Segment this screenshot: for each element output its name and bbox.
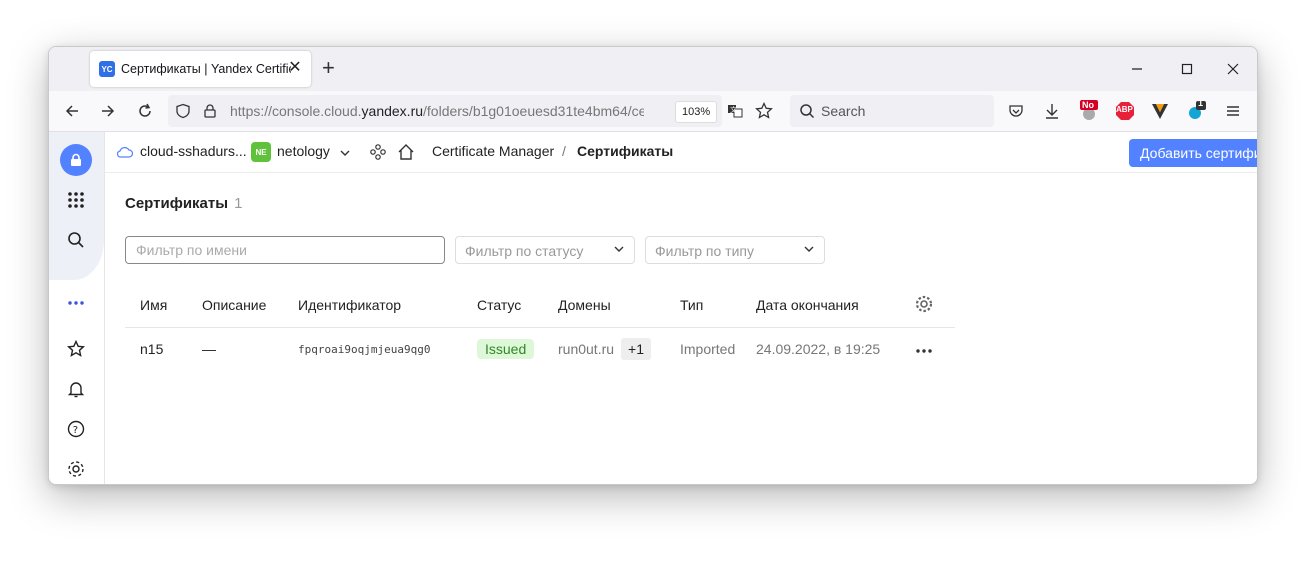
certificate-count: 1 xyxy=(234,195,243,212)
table-header-row: Имя Описание Идентификатор Статус Домены… xyxy=(125,283,955,328)
cloud-name[interactable]: cloud-sshadurs... xyxy=(140,143,247,159)
translate-icon[interactable]: 文 xyxy=(723,99,747,123)
browser-tab[interactable]: YC Сертификаты | Yandex Certificate Mana… xyxy=(90,51,311,87)
row-actions-dots-icon[interactable] xyxy=(915,348,933,354)
tab-title: Сертификаты | Yandex Certificate Manager xyxy=(121,62,291,76)
column-header-expiry[interactable]: Дата окончания xyxy=(756,283,915,328)
certificate-manager-lock-icon[interactable] xyxy=(60,144,92,176)
download-icon[interactable] xyxy=(1040,99,1064,123)
reload-icon[interactable] xyxy=(133,99,157,123)
home-icon[interactable] xyxy=(397,143,415,166)
name-filter-input[interactable] xyxy=(125,236,445,264)
domain-name: run0ut.ru xyxy=(558,341,615,357)
url-prefix: https://console.cloud. xyxy=(230,103,362,119)
status-badge: Issued xyxy=(477,339,535,359)
cell-status: Issued xyxy=(477,328,558,371)
page-title-text: Сертификаты xyxy=(125,195,229,212)
main-content: Сертификаты 1 Фильтр по статусу Фильтр по… xyxy=(105,173,1257,484)
cell-name[interactable]: n15 xyxy=(125,328,202,371)
adblock-label: ABP xyxy=(1116,105,1133,114)
help-question-icon[interactable]: ? xyxy=(65,418,87,440)
cell-type: Imported xyxy=(680,341,736,357)
close-window-icon[interactable] xyxy=(1223,59,1243,79)
new-tab-plus-icon[interactable]: + xyxy=(322,57,335,79)
table-settings-gear-icon[interactable] xyxy=(915,295,933,313)
maximize-icon[interactable] xyxy=(1177,59,1197,79)
cell-id: fpqroai9oqjmjeua9qg0 xyxy=(298,342,431,356)
breadcrumb-separator: / xyxy=(562,143,566,159)
breadcrumb-current: Сертификаты xyxy=(577,143,674,159)
search-bar[interactable]: Search xyxy=(790,95,994,127)
search-icon xyxy=(795,99,819,123)
url-domain: yandex.ru xyxy=(361,103,424,119)
column-header-domains[interactable]: Домены xyxy=(558,283,680,328)
console-sidebar: ? xyxy=(49,132,105,484)
cell-description: — xyxy=(202,341,216,357)
extension-count-badge: 1 xyxy=(1198,98,1204,108)
lock-icon[interactable] xyxy=(198,99,222,123)
cell-actions xyxy=(915,328,955,371)
notifications-bell-icon[interactable] xyxy=(65,378,87,400)
more-dots-icon[interactable] xyxy=(65,292,87,314)
extension-no-badge: No xyxy=(1082,100,1094,110)
column-header-id[interactable]: Идентификатор xyxy=(298,283,477,328)
column-header-type[interactable]: Тип xyxy=(680,283,756,328)
status-filter-select[interactable]: Фильтр по статусу xyxy=(455,236,635,264)
yandex-cloud-favicon-icon: YC xyxy=(99,61,115,77)
tab-strip: YC Сертификаты | Yandex Certificate Mana… xyxy=(49,47,1257,91)
add-certificate-button[interactable]: Добавить сертификат xyxy=(1129,139,1257,167)
extension-v-icon[interactable] xyxy=(1148,99,1172,123)
extension-noscript-icon[interactable]: No xyxy=(1077,99,1101,123)
back-arrow-icon[interactable] xyxy=(60,99,84,123)
url-path: /folders/b1g01oeuesd31te4bm64/certificat… xyxy=(423,103,644,119)
name-filter-field[interactable] xyxy=(126,237,444,263)
tab-close-icon[interactable]: ✕ xyxy=(287,60,303,76)
tracking-shield-icon[interactable] xyxy=(171,99,195,123)
more-domains-badge[interactable]: +1 xyxy=(621,338,652,360)
menu-hamburger-icon[interactable] xyxy=(1221,99,1245,123)
page-title: Сертификаты 1 xyxy=(125,195,242,212)
svg-text:文: 文 xyxy=(730,105,737,114)
column-header-description[interactable]: Описание xyxy=(202,283,298,328)
all-services-grid-icon[interactable] xyxy=(65,189,87,211)
cell-domains: run0ut.ru +1 xyxy=(558,328,680,371)
status-filter-placeholder: Фильтр по статусу xyxy=(465,243,584,259)
zoom-level[interactable]: 103% xyxy=(675,101,718,123)
table-row[interactable]: n15 — fpqroai9oqjmjeua9qg0 Issued run0ut… xyxy=(125,328,955,371)
bookmark-star-icon[interactable] xyxy=(752,99,776,123)
cell-expiry: 24.09.2022, в 19:25 xyxy=(756,341,881,357)
cloud-icon xyxy=(116,145,134,163)
search-icon[interactable] xyxy=(65,229,87,251)
column-header-status[interactable]: Статус xyxy=(477,283,558,328)
console-header: cloud-sshadurs... NE netology Certificat… xyxy=(105,132,1257,173)
url-text[interactable]: https://console.cloud.yandex.ru/folders/… xyxy=(230,103,644,119)
forward-arrow-icon[interactable] xyxy=(96,99,120,123)
type-filter-select[interactable]: Фильтр по типу xyxy=(645,236,825,264)
url-bar[interactable]: https://console.cloud.yandex.ru/folders/… xyxy=(168,95,773,127)
minimize-icon[interactable] xyxy=(1127,59,1147,79)
column-settings[interactable] xyxy=(915,283,955,328)
type-filter-placeholder: Фильтр по типу xyxy=(655,243,754,259)
search-placeholder: Search xyxy=(821,103,866,119)
navigation-bar: https://console.cloud.yandex.ru/folders/… xyxy=(49,91,1257,132)
certificates-table: Имя Описание Идентификатор Статус Домены… xyxy=(125,283,955,370)
folder-name[interactable]: netology xyxy=(277,143,330,159)
chevron-down-icon xyxy=(613,242,625,259)
settings-gear-icon[interactable] xyxy=(65,458,87,480)
browser-window: YC Сертификаты | Yandex Certificate Mana… xyxy=(48,46,1258,485)
adblock-icon[interactable]: ABP xyxy=(1113,99,1137,123)
breadcrumb-service[interactable]: Certificate Manager xyxy=(432,143,554,159)
pocket-icon[interactable] xyxy=(1004,99,1028,123)
svg-text:?: ? xyxy=(73,425,78,436)
favorites-star-icon[interactable] xyxy=(65,338,87,360)
extension-blue-icon[interactable]: 1 xyxy=(1184,98,1208,123)
chevron-down-icon xyxy=(803,242,815,259)
services-network-icon[interactable] xyxy=(370,144,386,165)
column-header-name[interactable]: Имя xyxy=(125,283,202,328)
chevron-down-icon[interactable] xyxy=(339,146,351,164)
folder-badge: NE xyxy=(251,142,271,162)
